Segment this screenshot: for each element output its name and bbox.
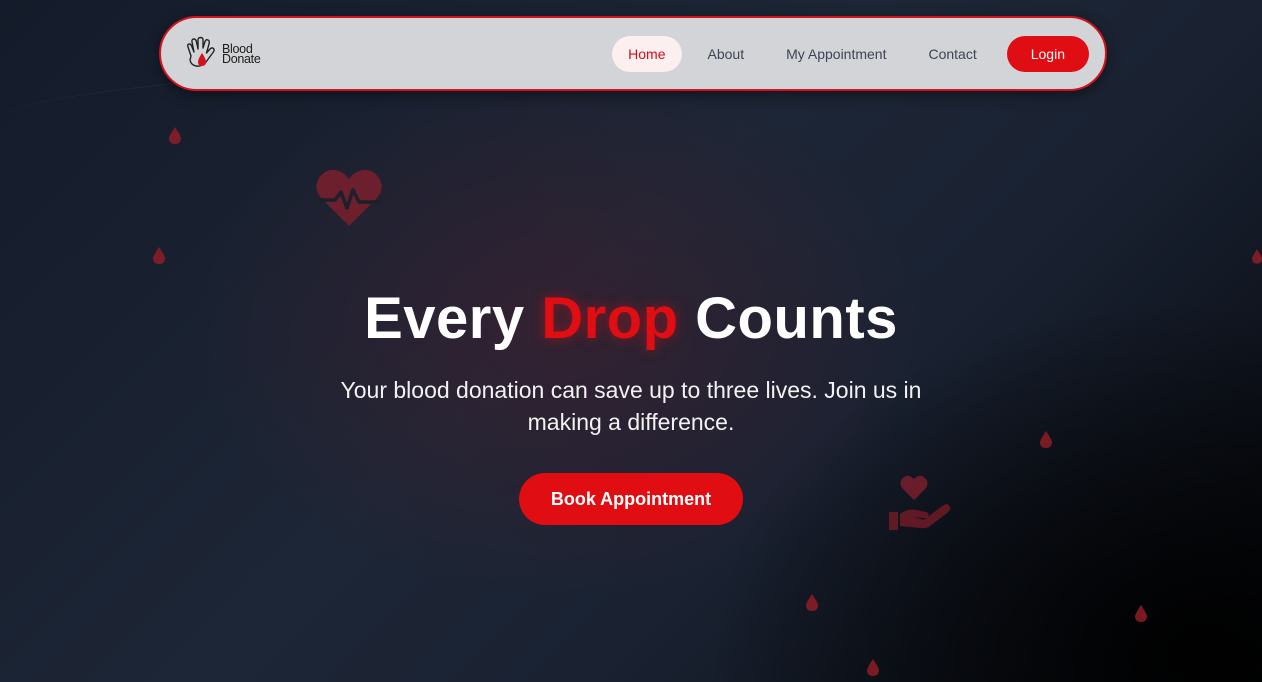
blood-drop-icon xyxy=(1252,249,1262,264)
blood-drop-icon xyxy=(867,659,879,676)
hero-title: Every Drop Counts xyxy=(0,285,1262,352)
hero-title-prefix: Every xyxy=(364,286,525,351)
blood-drop-icon xyxy=(1135,605,1147,622)
nav-link-about[interactable]: About xyxy=(692,36,761,72)
hand-blood-drop-icon xyxy=(187,36,215,67)
nav-link-home[interactable]: Home xyxy=(612,35,682,72)
nav-link-contact[interactable]: Contact xyxy=(912,36,992,72)
nav-links: Home About My Appointment Contact Login xyxy=(612,35,1089,72)
blood-drop-icon xyxy=(806,594,818,611)
brand-logo[interactable]: Blood Donate xyxy=(185,36,261,72)
hero-section: Every Drop Counts Your blood donation ca… xyxy=(0,285,1262,525)
login-button[interactable]: Login xyxy=(1006,35,1089,72)
nav-link-my-appointment[interactable]: My Appointment xyxy=(770,36,902,72)
brand-name: Blood Donate xyxy=(222,42,261,66)
brand-name-line2: Donate xyxy=(222,51,261,66)
hero-title-suffix: Counts xyxy=(695,286,898,351)
heart-pulse-icon xyxy=(316,169,382,226)
blood-drop-icon xyxy=(169,127,181,144)
navbar: Blood Donate Home About My Appointment C… xyxy=(159,16,1107,91)
hero-title-accent: Drop xyxy=(541,286,679,351)
book-appointment-button[interactable]: Book Appointment xyxy=(518,473,744,525)
hero-subtitle: Your blood donation can save up to three… xyxy=(340,377,922,435)
blood-drop-icon xyxy=(153,247,165,264)
